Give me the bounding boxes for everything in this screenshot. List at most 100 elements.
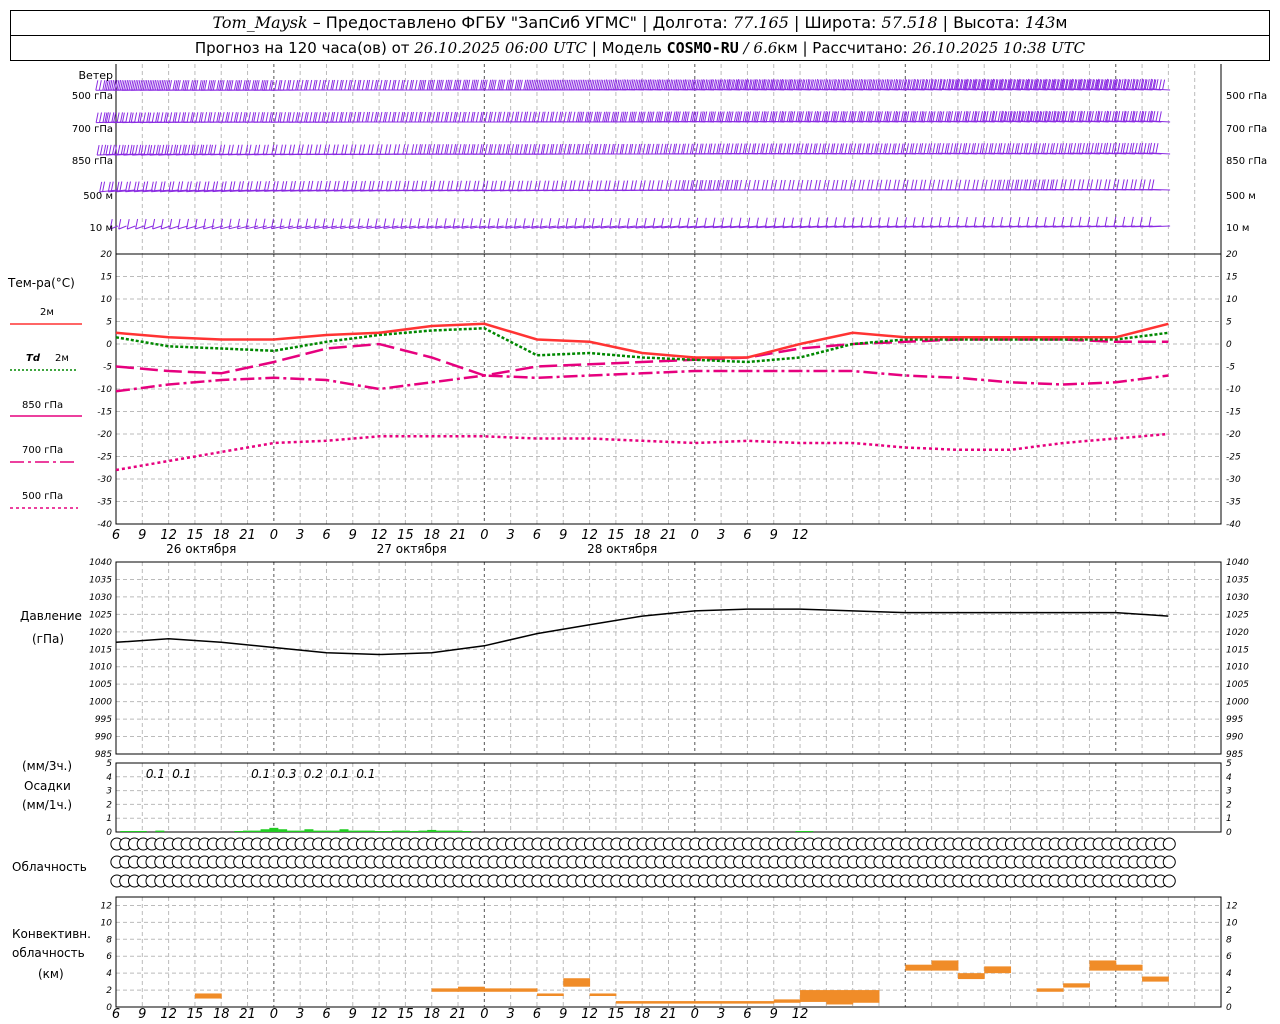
conv-tick-right: 2 (1226, 986, 1232, 996)
wind-level-500m: 500 м (83, 191, 113, 202)
precip-bar (251, 830, 261, 832)
wind-level-700hpa-right: 700 гПа (1226, 124, 1267, 135)
hour-tick-label: 12 (581, 528, 598, 543)
pressure-tick-left: 990 (95, 733, 112, 743)
convective-bars-layer (194, 960, 1169, 1005)
precip-tick-left: 0 (106, 828, 112, 838)
wind-barb (152, 218, 162, 230)
cloud-symbol (1162, 874, 1176, 888)
precip-tick-left: 2 (106, 800, 112, 810)
conv-cloud-bar (931, 960, 959, 971)
temp-tick-right: 20 (1226, 250, 1238, 260)
hour-tick-label: 15 (608, 528, 625, 543)
legend-500-label: 500 гПа (22, 491, 63, 502)
hour-tick-label: 6 (322, 1007, 330, 1022)
temp-tick-left: -35 (97, 498, 112, 508)
hour-tick-label: 6 (743, 1007, 751, 1022)
conv-cloud-bar (1142, 976, 1169, 982)
hour-tick-label: 3 (717, 528, 725, 543)
hour-tick-label: 9 (138, 528, 146, 543)
precip-bar (339, 829, 349, 832)
conv-tick-left: 6 (106, 952, 112, 962)
precip-bar (129, 831, 139, 832)
pressure-tick-right: 1035 (1226, 575, 1249, 585)
hour-tick-label: 12 (371, 1007, 388, 1022)
precip-bar (400, 830, 410, 832)
conv-title-2: облачность (12, 946, 85, 960)
precip-bar (260, 829, 270, 832)
conv-tick-left: 2 (106, 986, 112, 996)
wind-level-700hpa: 700 гПа (72, 124, 113, 135)
pressure-tick-left: 1040 (89, 558, 112, 568)
hour-tick-label: 0 (270, 1007, 278, 1022)
meteogram-chart: 0.1 0.1 0.1 0.3 0.2 0.1 0.1 669912121515181821… (7, 64, 1267, 1022)
date-label: 26 октября (166, 542, 236, 556)
temp-tick-left: 0 (106, 340, 112, 350)
temp-tick-right: 10 (1226, 295, 1238, 305)
date-label: 28 октября (587, 542, 657, 556)
precip-bar (392, 830, 402, 832)
temp-tick-left: 5 (106, 318, 112, 328)
pressure-tick-right: 1020 (1226, 628, 1249, 638)
precip-sum-label: 0.3 (277, 767, 296, 781)
conv-title-1: Конвективн. (12, 927, 91, 941)
wind-barb (126, 219, 136, 230)
pressure-tick-left: 1030 (89, 593, 112, 603)
conv-tick-right: 6 (1226, 952, 1232, 962)
temp-tick-right: -40 (1226, 520, 1241, 530)
precip-tick-left: 5 (106, 759, 112, 769)
conv-cloud-bar (458, 986, 485, 992)
precip-bar (804, 831, 814, 832)
temp-tick-left: -10 (97, 385, 112, 395)
hour-tick-label: 9 (559, 1007, 567, 1022)
precip-sum-label: 0.1 (330, 767, 349, 781)
hour-tick-label: 15 (187, 528, 204, 543)
precip-sum-label: 0.2 (304, 767, 323, 781)
hour-tick-label: 21 (660, 1007, 677, 1022)
hour-tick-label: 3 (296, 1007, 304, 1022)
precip-bar (269, 827, 279, 832)
temp-tick-right: -25 (1226, 453, 1241, 463)
pressure-tick-left: 1005 (89, 680, 112, 690)
cloud-title: Облачность (12, 860, 87, 874)
hour-tick-label: 15 (608, 1007, 625, 1022)
hour-tick-label: 3 (717, 1007, 725, 1022)
hour-tick-label: 3 (296, 528, 304, 543)
wind-level-10m: 10 м (90, 223, 113, 234)
temp-tick-right: 15 (1226, 273, 1238, 283)
legend-850-label: 850 гПа (22, 400, 63, 411)
hour-tick-label: 12 (792, 1007, 809, 1022)
precip-sum-label: 0.1 (251, 767, 270, 781)
wind-barb (1148, 179, 1171, 191)
pressure-tick-right: 1005 (1226, 680, 1249, 690)
conv-cloud-bar (1063, 983, 1090, 988)
wind-barb (169, 218, 180, 230)
conv-cloud-bar (800, 990, 827, 1002)
conv-cloud-bar (984, 966, 1012, 974)
temp-tick-left: -40 (97, 520, 112, 530)
precip-bar (313, 830, 323, 832)
conv-tick-right: 8 (1226, 935, 1232, 945)
precip-bar (295, 830, 305, 832)
hour-tick-label: 18 (213, 1007, 230, 1022)
temp-tick-right: -20 (1226, 430, 1241, 440)
legend-700-label: 700 гПа (22, 445, 63, 456)
precip-bar (155, 830, 165, 832)
wind-barb (118, 219, 127, 230)
hour-tick-label: 18 (213, 528, 230, 543)
precip-sum-label: 0.1 (146, 767, 165, 781)
cloud-symbols-layer (110, 837, 1176, 888)
hour-tick-label: 12 (581, 1007, 598, 1022)
precip-bar (348, 830, 358, 832)
hour-tick-label: 6 (533, 528, 541, 543)
hour-tick-label: 9 (770, 1007, 778, 1022)
precip-tick-left: 3 (106, 787, 112, 797)
wind-barb (143, 218, 153, 230)
precip-bar (137, 831, 147, 832)
precip-tick-right: 4 (1226, 773, 1232, 783)
hour-tick-label: 12 (792, 528, 809, 543)
hour-tick-label: 6 (322, 528, 330, 543)
precip-bar (444, 830, 454, 832)
conv-cloud-bar (957, 973, 985, 980)
precip-unit-3h: (мм/3ч.) (22, 759, 72, 773)
